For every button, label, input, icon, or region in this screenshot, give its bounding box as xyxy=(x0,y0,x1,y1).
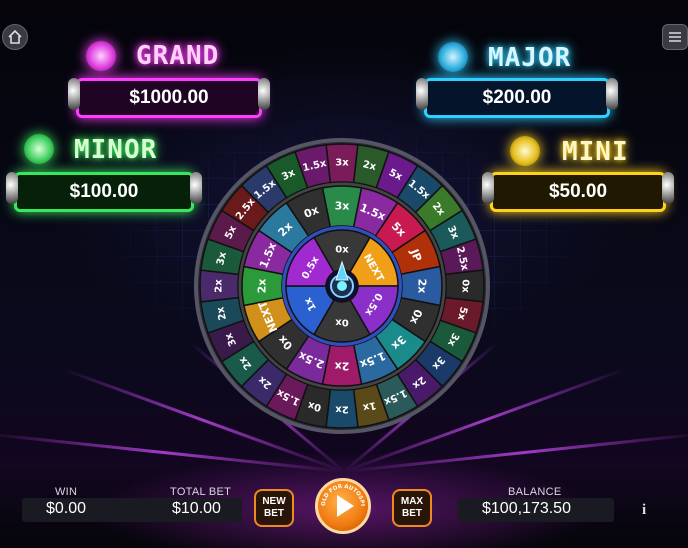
spin-button[interactable]: HOLD FOR AUTOSPIN xyxy=(315,478,371,534)
info-button[interactable]: i xyxy=(642,502,646,519)
major-gem-icon xyxy=(438,42,468,72)
mini-label: MINI xyxy=(562,137,629,167)
grand-gem-icon xyxy=(86,41,116,71)
inner-ring-label: 0x xyxy=(335,317,349,328)
svg-text:HOLD FOR AUTOSPIN: HOLD FOR AUTOSPIN xyxy=(318,481,365,506)
major-amount: $200.00 xyxy=(482,87,552,108)
max-bet-label: MAX BET xyxy=(400,496,424,519)
grand-label: GRAND xyxy=(136,41,220,71)
bonus-wheel[interactable]: 3x 2x5x1.5x2x3x2.5x0x5x3x3x2x1.5x1x2x0x1.… xyxy=(192,136,492,436)
home-button[interactable] xyxy=(2,24,28,50)
grand-amount: $1000.00 xyxy=(129,87,209,108)
home-icon xyxy=(8,30,22,44)
hub-light xyxy=(337,281,347,291)
inner-ring-label: 0x xyxy=(335,245,349,256)
outer-ring-label: 3x xyxy=(335,158,349,169)
middle-ring-label: 2x xyxy=(335,360,350,373)
minor-gem-icon xyxy=(24,134,54,164)
major-label: MAJOR xyxy=(488,43,572,73)
grand-amount-panel: $1000.00 xyxy=(76,78,262,118)
minor-amount-panel: $100.00 xyxy=(14,172,194,212)
panel-cap xyxy=(662,172,674,204)
mini-gem-icon xyxy=(510,136,540,166)
panel-cap xyxy=(606,78,618,110)
mini-amount-panel: $50.00 xyxy=(490,172,666,212)
minor-label: MINOR xyxy=(74,135,158,165)
win-value: $0.00 xyxy=(46,500,87,517)
outer-ring-label: 2x xyxy=(335,404,349,415)
new-bet-button[interactable]: NEW BET xyxy=(254,489,294,527)
middle-ring-label: 2x xyxy=(416,279,429,294)
mini-amount: $50.00 xyxy=(548,181,608,202)
outer-ring-label: 0x xyxy=(460,279,471,293)
win-label: WIN xyxy=(55,486,78,498)
panel-cap xyxy=(6,172,18,204)
panel-cap xyxy=(258,78,270,110)
new-bet-label: NEW BET xyxy=(262,496,286,519)
balance-value: $100,173.50 xyxy=(482,500,571,517)
middle-ring-label: 2x xyxy=(256,279,269,294)
menu-button[interactable] xyxy=(662,24,688,50)
max-bet-button[interactable]: MAX BET xyxy=(392,489,432,527)
middle-ring-label: 3x xyxy=(335,200,350,213)
total-bet-label: TOTAL BET xyxy=(170,486,232,498)
major-amount-panel: $200.00 xyxy=(424,78,610,118)
total-bet-value: $10.00 xyxy=(172,500,221,517)
outer-ring-label: 2x xyxy=(214,279,225,293)
balance-label: BALANCE xyxy=(508,486,562,498)
panel-cap xyxy=(416,78,428,110)
autospin-caption: HOLD FOR AUTOSPIN xyxy=(318,481,365,506)
minor-amount: $100.00 xyxy=(69,181,139,202)
panel-cap xyxy=(68,78,80,110)
menu-icon xyxy=(669,32,681,42)
spin-caption-ring: HOLD FOR AUTOSPIN xyxy=(318,481,365,506)
